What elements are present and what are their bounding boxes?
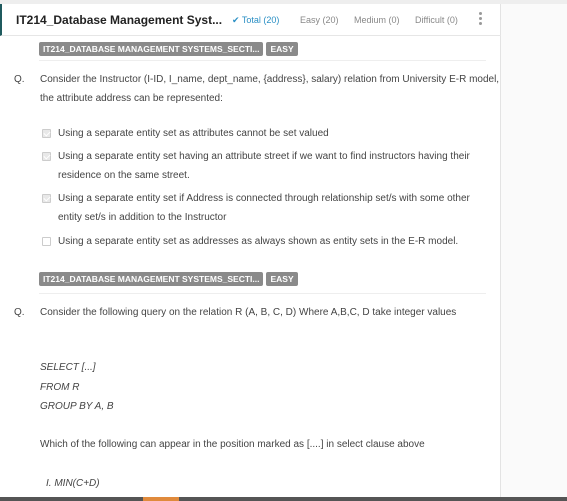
more-options-icon[interactable] [478, 12, 484, 27]
question-prefix: Q. [14, 74, 25, 85]
checkbox-checked[interactable] [42, 129, 51, 138]
option-2[interactable]: Using a separate entity set having an at… [42, 147, 492, 185]
difficulty-tag: EASY [266, 272, 298, 286]
question-text: Consider the following query on the rela… [40, 307, 457, 318]
sql-code: SELECT [...] FROM R GROUP BY A, B [40, 358, 114, 417]
code-line: FROM R [40, 381, 80, 393]
question-tags: IT214_DATABASE MANAGEMENT SYSTEMS_SECTI.… [39, 272, 298, 286]
question-text: Consider the Instructor (I-ID, I_name, d… [40, 74, 500, 104]
option-3[interactable]: Using a separate entity set if Address i… [42, 189, 492, 227]
checkbox-checked[interactable] [42, 194, 51, 203]
divider [39, 293, 486, 294]
answer-item: I. MIN(C+D) [46, 478, 100, 489]
difficulty-tag: EASY [266, 42, 298, 56]
taskbar-active-indicator [143, 497, 179, 501]
option-text: Using a separate entity set having an at… [58, 151, 470, 181]
divider [39, 60, 486, 61]
option-text: Using a separate entity set if Address i… [58, 193, 470, 223]
filter-medium[interactable]: Medium (0) [354, 15, 400, 25]
taskbar [0, 497, 567, 501]
question-panel: IT214_Database Management Syst... ✔ Tota… [0, 4, 501, 501]
question-prompt: Which of the following can appear in the… [40, 439, 425, 450]
panel-header: IT214_Database Management Syst... ✔ Tota… [0, 4, 501, 36]
option-text: Using a separate entity set as addresses… [58, 236, 459, 247]
filter-easy[interactable]: Easy (20) [300, 15, 339, 25]
checkbox-checked[interactable] [42, 152, 51, 161]
option-text: Using a separate entity set as attribute… [58, 128, 329, 139]
code-line: SELECT [...] [40, 362, 96, 373]
option-4[interactable]: Using a separate entity set as addresses… [42, 232, 492, 251]
filter-total-label: Total (20) [241, 15, 280, 25]
checkbox-unchecked[interactable] [42, 237, 51, 246]
section-tag: IT214_DATABASE MANAGEMENT SYSTEMS_SECTI.… [39, 272, 264, 286]
section-tag: IT214_DATABASE MANAGEMENT SYSTEMS_SECTI.… [39, 42, 264, 56]
question-tags: IT214_DATABASE MANAGEMENT SYSTEMS_SECTI.… [39, 42, 298, 56]
filter-difficult[interactable]: Difficult (0) [415, 15, 458, 25]
course-title: IT214_Database Management Syst... [16, 13, 223, 27]
option-1[interactable]: Using a separate entity set as attribute… [42, 124, 492, 143]
question-prefix: Q. [14, 307, 25, 318]
filter-total[interactable]: ✔ Total (20) [232, 15, 279, 26]
code-line: GROUP BY A, B [40, 401, 114, 412]
